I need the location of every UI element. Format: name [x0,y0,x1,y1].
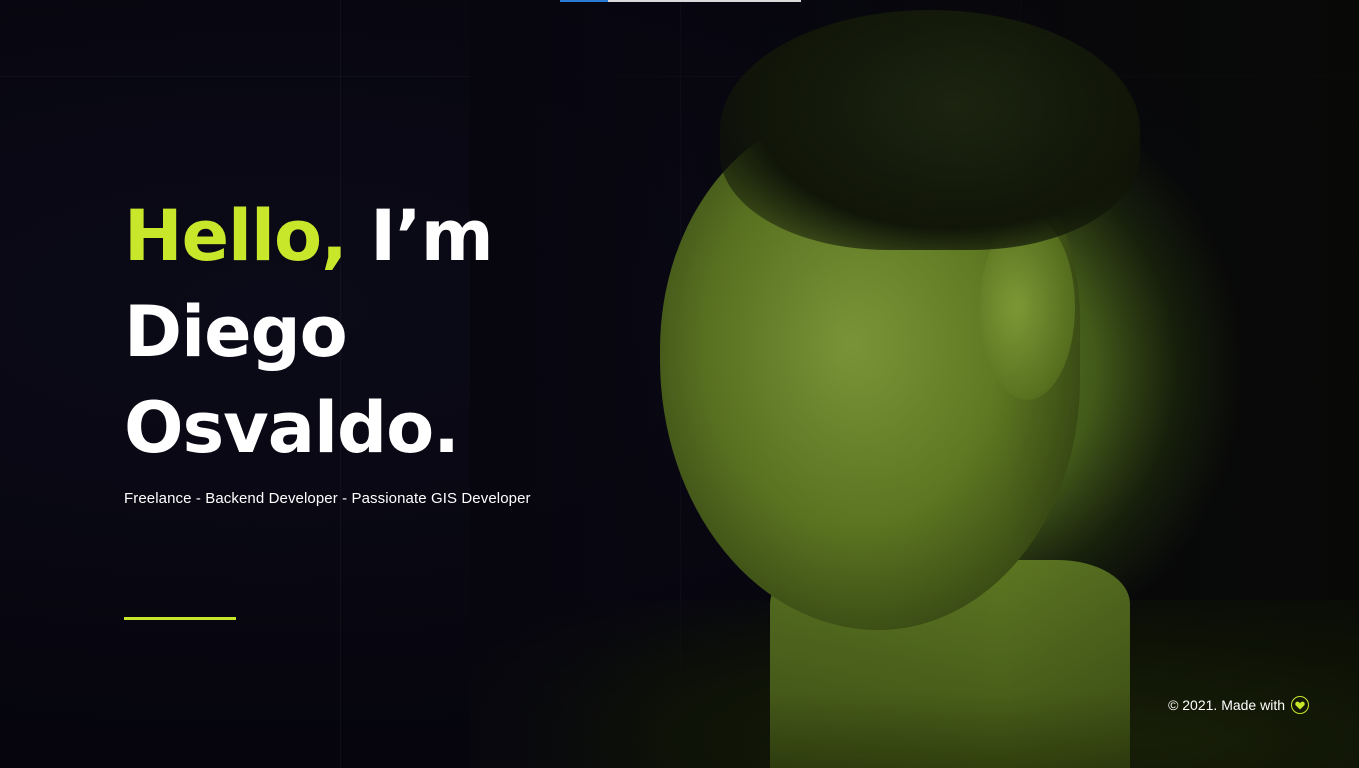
hero-accent-rule [124,617,236,620]
hero-section: Hello, I’m Diego Osvaldo. Freelance - Ba… [124,188,644,507]
heart-icon-glyph [1295,701,1305,709]
footer-credit: © 2021. Made with [1168,696,1309,714]
heart-icon [1291,696,1309,714]
hero-page: Hello, I’m Diego Osvaldo. Freelance - Ba… [0,0,1359,768]
hero-first-name: Diego [124,291,348,373]
hero-title: Hello, I’m Diego Osvaldo. [124,188,644,476]
hero-greeting: Hello, [124,195,348,277]
footer-copyright: © 2021. Made with [1168,697,1285,713]
hero-subtitle: Freelance - Backend Developer - Passiona… [124,490,531,507]
scroll-progress-fill [560,0,609,2]
hero-intro: I’m [370,195,494,277]
scroll-progress-bar [560,0,801,2]
hero-title-line-1: Hello, I’m [124,188,644,284]
hero-last-name: Osvaldo. [124,387,460,469]
